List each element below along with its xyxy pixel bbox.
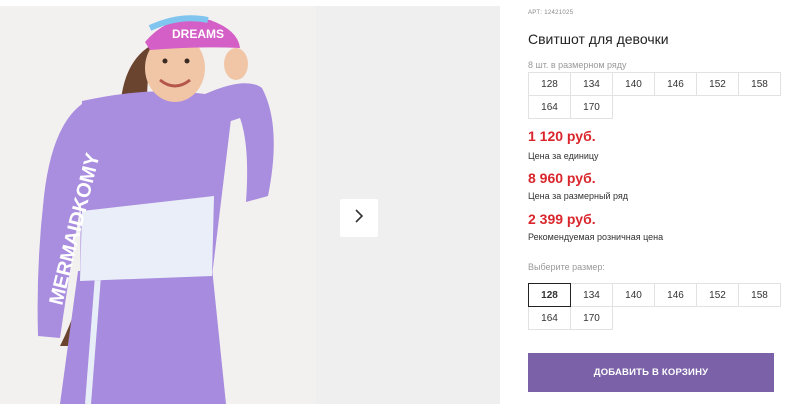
pack-size-cell: 152 [696,72,739,96]
unit-price-label: Цена за единицу [528,151,599,161]
article-number: АРТ: 12421025 [528,10,574,16]
pack-price-label: Цена за размерный ряд [528,191,629,201]
size-option[interactable]: 170 [570,306,613,330]
pack-size-cell: 146 [654,72,697,96]
size-option[interactable]: 152 [696,283,739,307]
size-option-selected[interactable]: 128 [528,283,571,307]
add-to-cart-button[interactable]: ДОБАВИТЬ В КОРЗИНУ [528,353,774,392]
retail-price-label: Рекомендуемая розничная цена [528,232,664,242]
chevron-right-icon [353,208,365,229]
size-option[interactable]: 146 [654,283,697,307]
choose-size-label: Выберите размер: [528,262,605,272]
product-gallery: MERMAIDKOMY DREAMS [0,6,500,404]
size-option[interactable]: 164 [528,306,571,330]
next-image-button[interactable] [340,199,378,237]
pack-size-cell: 128 [528,72,571,96]
pack-size-cell: 164 [528,95,571,119]
pack-size-cell: 134 [570,72,613,96]
product-title: Свитшот для девочки [528,31,669,47]
pack-size-cell: 140 [612,72,655,96]
size-option[interactable]: 134 [570,283,613,307]
size-option[interactable]: 158 [738,283,781,307]
pack-sizes-grid: 128 134 140 146 152 158 164 170 [528,72,781,119]
size-option[interactable]: 140 [612,283,655,307]
product-photo-illustration: MERMAIDKOMY DREAMS [0,6,316,404]
pack-price: 8 960 руб. [528,170,596,186]
unit-price: 1 120 руб. [528,128,596,144]
cap-print: DREAMS [172,27,224,41]
product-info-panel: АРТ: 12421025 Свитшот для девочки 8 шт. … [528,0,800,404]
product-photo[interactable]: MERMAIDKOMY DREAMS [0,6,316,404]
pack-note: 8 шт. в размерном ряду [528,60,627,70]
size-selector: 128 134 140 146 152 158 164 170 [528,283,781,330]
pack-size-cell: 170 [570,95,613,119]
retail-price: 2 399 руб. [528,211,596,227]
pack-size-cell: 158 [738,72,781,96]
